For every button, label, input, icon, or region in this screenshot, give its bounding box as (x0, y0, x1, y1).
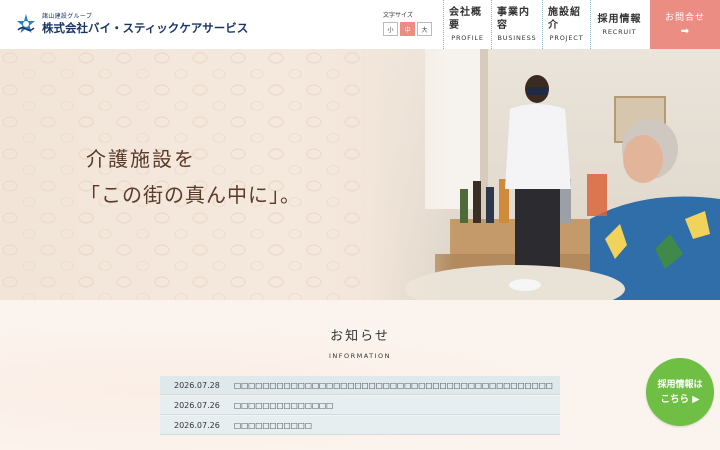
news-item[interactable]: 2026.07.26 □□□□□□□□□□□□□□ (160, 396, 560, 415)
nav-item-business[interactable]: 事業内容 BUSINESS (491, 0, 542, 49)
arrow-right-icon: ➡ (680, 26, 690, 37)
contact-button[interactable]: お問合せ ➡ (650, 0, 720, 49)
news-subheading: INFORMATION (328, 352, 392, 360)
nav-label-jp: 会社概要 (449, 7, 482, 31)
font-size-switcher: 文字サイズ 小 中 大 (383, 12, 433, 36)
recruit-bubble-line1: 採用情報は (657, 379, 703, 390)
news-item[interactable]: 2026.07.26 □□□□□□□□□□□ (160, 416, 560, 435)
logo-star-icon (14, 12, 38, 36)
nav-item-profile[interactable]: 会社概要 PROFILE (443, 0, 491, 49)
hero-catchcopy: 介護施設を 「この街の真ん中に」。 (80, 145, 301, 209)
news-date: 2026.07.26 (174, 400, 220, 410)
contact-label: お問合せ (664, 13, 705, 23)
font-size-medium-button[interactable]: 中 (400, 22, 415, 36)
news-date: 2026.07.26 (174, 420, 220, 430)
news-title: □□□□□□□□□□□□□□ (234, 400, 334, 410)
nav-label-en: BUSINESS (497, 34, 537, 42)
hero-headline-line1: 介護施設を (86, 147, 196, 171)
site-header: 諸山建設グループ 株式会社バイ・スティックケアサービス 文字サイズ 小 中 大 … (0, 0, 720, 49)
news-title: □□□□□□□□□□□□□□□□□□□□□□□□□□□□□□□□□□□□□□□□… (234, 380, 553, 390)
news-section: お知らせ INFORMATION 2026.07.28 □□□□□□□□□□□□… (0, 300, 720, 450)
nav-label-en: PROFILE (451, 34, 484, 42)
news-date: 2026.07.28 (174, 380, 220, 390)
font-size-small-button[interactable]: 小 (383, 22, 398, 36)
nav-item-project[interactable]: 施設紹介 PROJECT (542, 0, 590, 49)
hero-photo (365, 49, 720, 300)
nav-label-en: RECRUIT (602, 27, 637, 36)
nav-item-recruit[interactable]: 採用情報 RECRUIT (590, 0, 648, 49)
hero-section: 介護施設を 「この街の真ん中に」。 (0, 49, 720, 300)
recruit-floating-button[interactable]: 採用情報は こちら ▶ (646, 358, 714, 426)
nav-label-jp: 施設紹介 (548, 7, 581, 31)
nav-label-jp: 採用情報 (597, 13, 642, 25)
nav-label-jp: 事業内容 (497, 7, 530, 31)
news-heading: お知らせ (330, 329, 390, 344)
hero-headline-line2: 「この街の真ん中に」。 (80, 183, 301, 207)
logo-subtitle: 諸山建設グループ (42, 13, 93, 20)
news-item[interactable]: 2026.07.28 □□□□□□□□□□□□□□□□□□□□□□□□□□□□□… (160, 376, 560, 395)
site-logo[interactable]: 諸山建設グループ 株式会社バイ・スティックケアサービス (14, 12, 248, 36)
news-list: 2026.07.28 □□□□□□□□□□□□□□□□□□□□□□□□□□□□□… (160, 376, 560, 436)
font-size-large-button[interactable]: 大 (417, 22, 432, 36)
global-nav: 会社概要 PROFILE 事業内容 BUSINESS 施設紹介 PROJECT … (443, 0, 648, 49)
font-size-label: 文字サイズ (383, 12, 413, 19)
logo-company-name: 株式会社バイ・スティックケアサービス (42, 21, 249, 35)
nav-label-en: PROJECT (549, 34, 584, 42)
recruit-bubble-line2: こちら ▶ (660, 393, 700, 405)
news-title: □□□□□□□□□□□ (234, 420, 312, 430)
